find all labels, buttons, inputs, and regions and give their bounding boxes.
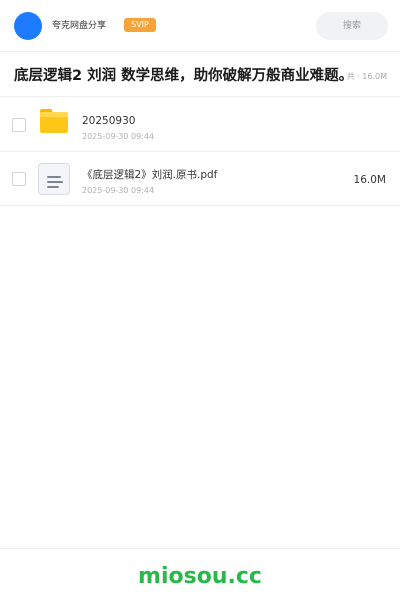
search-input[interactable] [316,12,388,40]
file-date: 2025-09-30 09:44 [82,132,155,141]
file-row[interactable]: 20250930 2025-09-30 09:44 [0,98,400,152]
folder-icon [40,109,68,133]
avatar[interactable] [14,12,42,40]
footer: miosou.cc [0,548,400,600]
file-date: 2025-09-30 09:44 [82,186,155,195]
svip-badge: SVIP [124,18,156,32]
share-owner-name: 夸克网盘分享 [52,21,107,31]
share-title-bar: 共 · 16.0M 底层逻辑2 刘润 数学思维，助你破解万般商业难题。 [0,53,400,97]
file-size: 16.0M [353,174,386,186]
header: 夸克网盘分享 SVIP [0,0,400,52]
site-brand[interactable]: miosou.cc [0,563,400,591]
row-checkbox[interactable] [12,118,26,132]
row-checkbox[interactable] [12,172,26,186]
page: 夸克网盘分享 SVIP 共 · 16.0M 底层逻辑2 刘润 数学思维，助你破解… [0,0,400,600]
document-icon [38,163,70,195]
file-row[interactable]: 《底层逻辑2》刘润.原书.pdf 2025-09-30 09:44 16.0M [0,152,400,206]
file-name[interactable]: 《底层逻辑2》刘润.原书.pdf [82,169,217,182]
file-name[interactable]: 20250930 [82,115,135,128]
share-title: 底层逻辑2 刘润 数学思维，助你破解万般商业难题。 [14,68,354,84]
